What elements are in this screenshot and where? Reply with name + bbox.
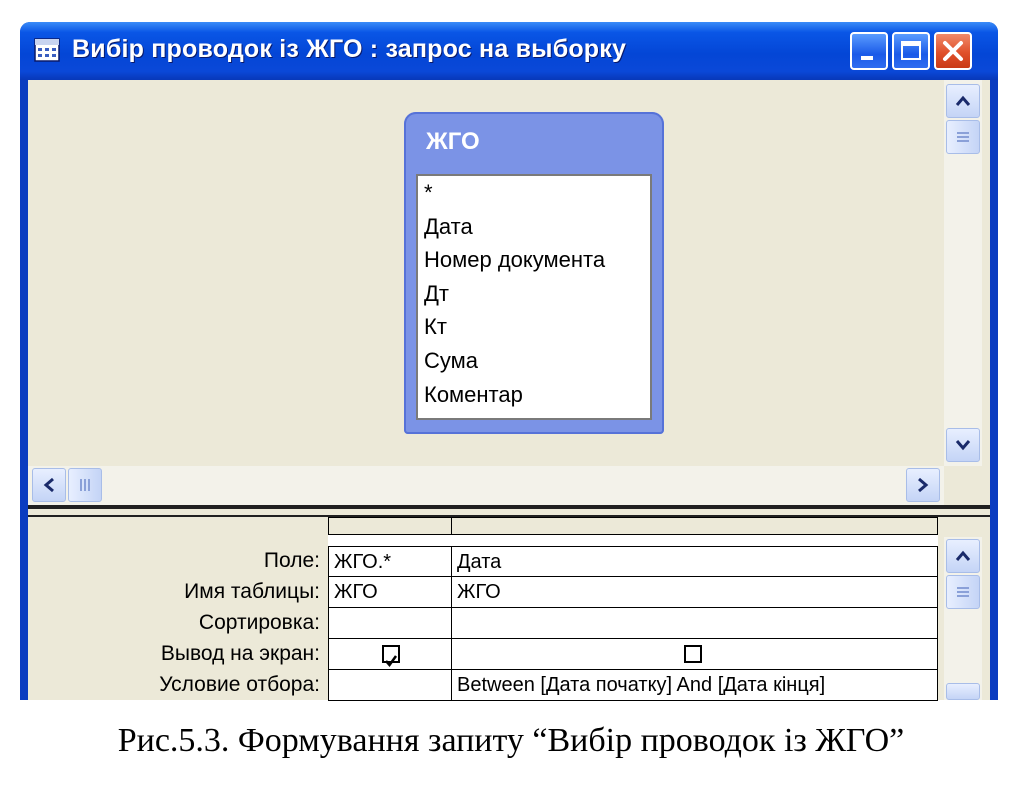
chevron-down-icon: [955, 440, 971, 451]
grip-icon: [80, 479, 90, 491]
scroll-thumb[interactable]: [946, 120, 980, 154]
scroll-up-button[interactable]: [946, 539, 980, 573]
chevron-up-icon: [955, 550, 971, 561]
grid-cell-criteria[interactable]: [328, 670, 452, 701]
figure-caption: Рис.5.3. Формування запиту “Вибір провод…: [117, 722, 905, 759]
horizontal-scroll-thumb[interactable]: [68, 468, 102, 502]
grid-cell-criteria[interactable]: Between [Дата початку] And [Дата кінця]: [452, 670, 938, 701]
minimize-icon: [861, 56, 873, 60]
grid-cell-table[interactable]: ЖГО: [452, 577, 938, 608]
show-checkbox[interactable]: [684, 645, 702, 663]
minimize-button[interactable]: [850, 32, 888, 70]
field-list-item[interactable]: Дт: [418, 277, 650, 311]
field-list-item[interactable]: Коментар: [418, 378, 650, 412]
row-label-table: Имя таблицы:: [184, 580, 320, 603]
maximize-icon: [901, 41, 921, 60]
close-icon: [943, 41, 963, 61]
scroll-up-button[interactable]: [946, 84, 980, 118]
checkmark-icon: [385, 655, 398, 668]
grid-cell-table[interactable]: ЖГО: [328, 577, 452, 608]
grid-cell-show: [452, 639, 938, 670]
chevron-right-icon: [918, 477, 929, 493]
field-list-item[interactable]: Кт: [418, 310, 650, 344]
title-bar[interactable]: Вибір проводок із ЖГО : запрос на выборк…: [20, 22, 998, 80]
chevron-left-icon: [43, 477, 54, 493]
row-label-criteria: Условие отбора:: [159, 673, 320, 696]
scroll-down-button[interactable]: [946, 428, 980, 462]
pane-splitter[interactable]: [28, 505, 990, 517]
grip-icon: [957, 132, 969, 142]
grid-cell-show: [328, 639, 452, 670]
window-title: Вибір проводок із ЖГО : запрос на выборк…: [72, 35, 627, 63]
scroll-down-button[interactable]: [946, 683, 980, 700]
lower-vertical-scrollbar[interactable]: [944, 537, 982, 700]
query-window: Вибір проводок із ЖГО : запрос на выборк…: [20, 22, 998, 701]
grid-cell-field[interactable]: ЖГО.*: [328, 546, 452, 577]
column-selector[interactable]: [328, 517, 452, 535]
field-list[interactable]: * Дата Номер документа Дт Кт Сума Комент…: [416, 174, 652, 420]
table-box[interactable]: ЖГО * Дата Номер документа Дт Кт Сума Ко…: [404, 112, 664, 434]
grid-cell-sort[interactable]: [452, 608, 938, 639]
upper-horizontal-scrollbar[interactable]: [28, 466, 944, 505]
grid-cell-field[interactable]: Дата: [452, 546, 938, 577]
table-box-title: ЖГО: [426, 128, 480, 155]
query-design-icon[interactable]: [34, 38, 60, 62]
row-label-sort: Сортировка:: [198, 611, 320, 634]
design-grid[interactable]: ЖГО.* Дата ЖГО ЖГО Between [Дата початку…: [328, 517, 938, 701]
upper-vertical-scrollbar[interactable]: [944, 80, 982, 466]
grid-cell-sort[interactable]: [328, 608, 452, 639]
maximize-button[interactable]: [892, 32, 930, 70]
show-checkbox[interactable]: [382, 645, 400, 668]
grip-icon: [957, 587, 969, 597]
scroll-left-button[interactable]: [32, 468, 66, 502]
design-grid-pane: Поле: Имя таблицы: Сортировка: Вывод на …: [28, 517, 990, 701]
scroll-thumb[interactable]: [946, 575, 980, 609]
row-label-show: Вывод на экран:: [160, 642, 320, 665]
field-list-item[interactable]: Дата: [418, 210, 650, 244]
scroll-right-button[interactable]: [906, 468, 940, 502]
field-list-item[interactable]: Номер документа: [418, 243, 650, 277]
column-selector[interactable]: [451, 517, 938, 535]
client-area: ЖГО * Дата Номер документа Дт Кт Сума Ко…: [28, 80, 990, 701]
chevron-up-icon: [955, 95, 971, 106]
row-label-field: Поле:: [263, 549, 320, 572]
close-button[interactable]: [934, 32, 972, 70]
field-list-item[interactable]: Сума: [418, 344, 650, 378]
table-pane[interactable]: ЖГО * Дата Номер документа Дт Кт Сума Ко…: [28, 80, 990, 505]
field-list-item[interactable]: *: [418, 176, 650, 210]
